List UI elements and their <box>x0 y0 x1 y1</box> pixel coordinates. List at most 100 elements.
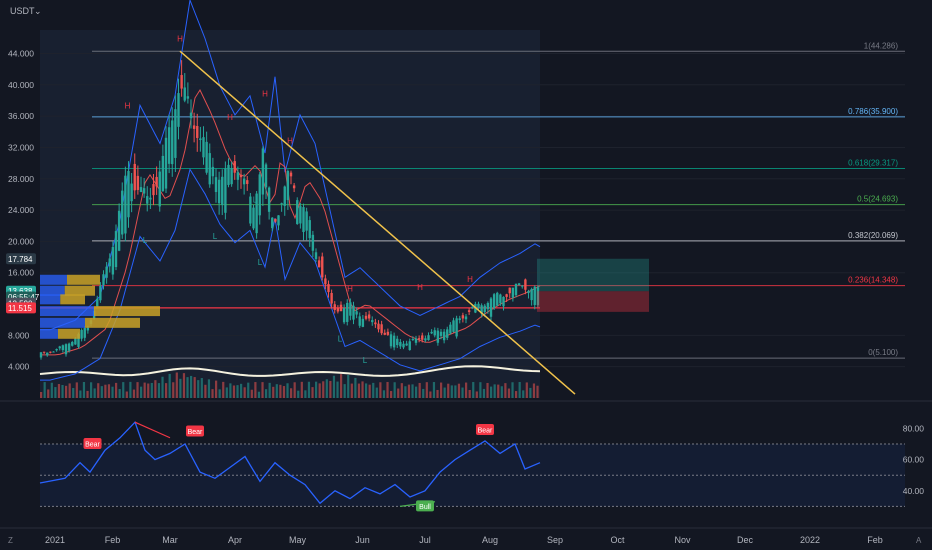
volume-bar <box>311 387 314 398</box>
candle-body <box>533 286 536 305</box>
volume-bar <box>293 382 296 398</box>
volume-bar <box>515 391 518 398</box>
time-tick-label: Apr <box>228 535 242 545</box>
trading-chart[interactable]: 1(44.286) 0.786(35.900) 0.618(29.317) 0.5(2… <box>0 0 932 550</box>
volume-bar <box>493 384 496 398</box>
candle-body <box>246 180 249 184</box>
volume-bar <box>368 384 371 398</box>
volume-bar <box>490 386 493 398</box>
candle-body <box>227 164 230 185</box>
candle-body <box>121 190 124 235</box>
candle-body <box>283 186 286 206</box>
candle-body <box>336 308 340 312</box>
currency-label: USDT <box>10 6 35 16</box>
candle-body <box>483 305 486 313</box>
time-tick-label: Jun <box>355 535 370 545</box>
volume-bar <box>354 377 357 398</box>
volume-profile-bar <box>40 274 67 285</box>
bull-signal-label: Bull <box>419 504 431 511</box>
volume-bar <box>122 382 125 398</box>
candle-body <box>208 153 211 185</box>
time-tick-label: Oct <box>610 535 625 545</box>
volume-bar <box>129 381 132 398</box>
volume-bar <box>54 387 57 398</box>
pivot-marker: H <box>262 90 268 99</box>
candle-body <box>199 138 202 141</box>
candle-body <box>327 284 330 293</box>
volume-bar <box>397 388 400 398</box>
candle-body <box>292 185 296 189</box>
volume-bar <box>290 388 293 398</box>
candle-body <box>80 329 83 339</box>
candle-body <box>124 175 127 234</box>
time-tick-label: Dec <box>737 535 754 545</box>
price-badge-label: 11.515 <box>8 304 32 313</box>
volume-bar <box>536 385 539 398</box>
pivot-marker: L <box>363 356 368 365</box>
volume-bar <box>375 387 378 398</box>
fib-level-label: 0.5(24.693) <box>857 195 898 204</box>
candle-body <box>349 302 352 316</box>
candle-body <box>380 324 383 334</box>
rsi-tick-label: 60.00 <box>903 455 925 465</box>
volume-bar <box>268 382 271 398</box>
time-tick-label: Nov <box>674 535 691 545</box>
currency-dropdown-icon[interactable]: ⌄ <box>34 7 42 17</box>
chart-header: USDT ⌄ <box>10 6 42 17</box>
price-tick-label: 20.000 <box>8 236 34 246</box>
volume-bar <box>393 382 396 398</box>
candle-body <box>196 126 199 138</box>
candle-body <box>414 338 418 343</box>
candle-body <box>202 137 205 158</box>
candle-body <box>396 338 399 346</box>
candle-body <box>224 168 227 213</box>
candle-body <box>486 302 490 310</box>
volume-bar <box>200 378 203 398</box>
candle-body <box>524 279 527 290</box>
candle-body <box>361 318 365 327</box>
candle-body <box>74 338 77 345</box>
rsi-tick-label: 40.00 <box>903 486 925 496</box>
volume-profile-bar <box>85 317 140 328</box>
candle-body <box>449 324 452 334</box>
candle-body <box>152 184 155 196</box>
candle-body <box>358 316 361 326</box>
candle-body <box>46 352 49 356</box>
volume-bar <box>257 391 261 398</box>
candle-body <box>296 200 299 225</box>
candle-body <box>511 287 515 298</box>
pivot-marker: H <box>287 137 293 146</box>
candle-body <box>174 109 177 158</box>
volume-bar <box>50 382 53 398</box>
zoom-icon[interactable]: Z <box>8 536 13 545</box>
pivot-marker: L <box>213 232 218 241</box>
volume-bar <box>447 383 450 398</box>
candle-body <box>502 296 505 307</box>
candle-body <box>164 137 168 189</box>
fib-level-label: 1(44.286) <box>864 41 899 50</box>
volume-profile-bar <box>40 306 94 317</box>
candle-body <box>117 210 121 251</box>
rsi-tick-label: 80.00 <box>903 423 925 433</box>
volume-bar <box>461 387 464 398</box>
volume-bar <box>197 380 200 398</box>
volume-bar <box>150 382 153 398</box>
candle-body <box>371 320 374 323</box>
candle-body <box>330 292 333 304</box>
candle-body <box>305 211 308 231</box>
price-tick-label: 4.000 <box>8 362 30 372</box>
time-tick-label: Sep <box>547 535 563 545</box>
candle-body <box>242 178 246 185</box>
volume-bar <box>300 381 303 398</box>
volume-bar <box>418 382 421 398</box>
volume-bar <box>390 391 393 398</box>
candle-body <box>142 188 146 194</box>
volume-bar <box>429 391 432 398</box>
volume-bar <box>486 382 489 398</box>
volume-bar <box>436 389 439 398</box>
auto-scale-icon[interactable]: A <box>916 536 922 545</box>
candle-body <box>427 335 430 341</box>
candle-body <box>49 351 52 353</box>
candle-body <box>205 141 208 173</box>
fib-level-label: 0.236(14.348) <box>848 276 898 285</box>
